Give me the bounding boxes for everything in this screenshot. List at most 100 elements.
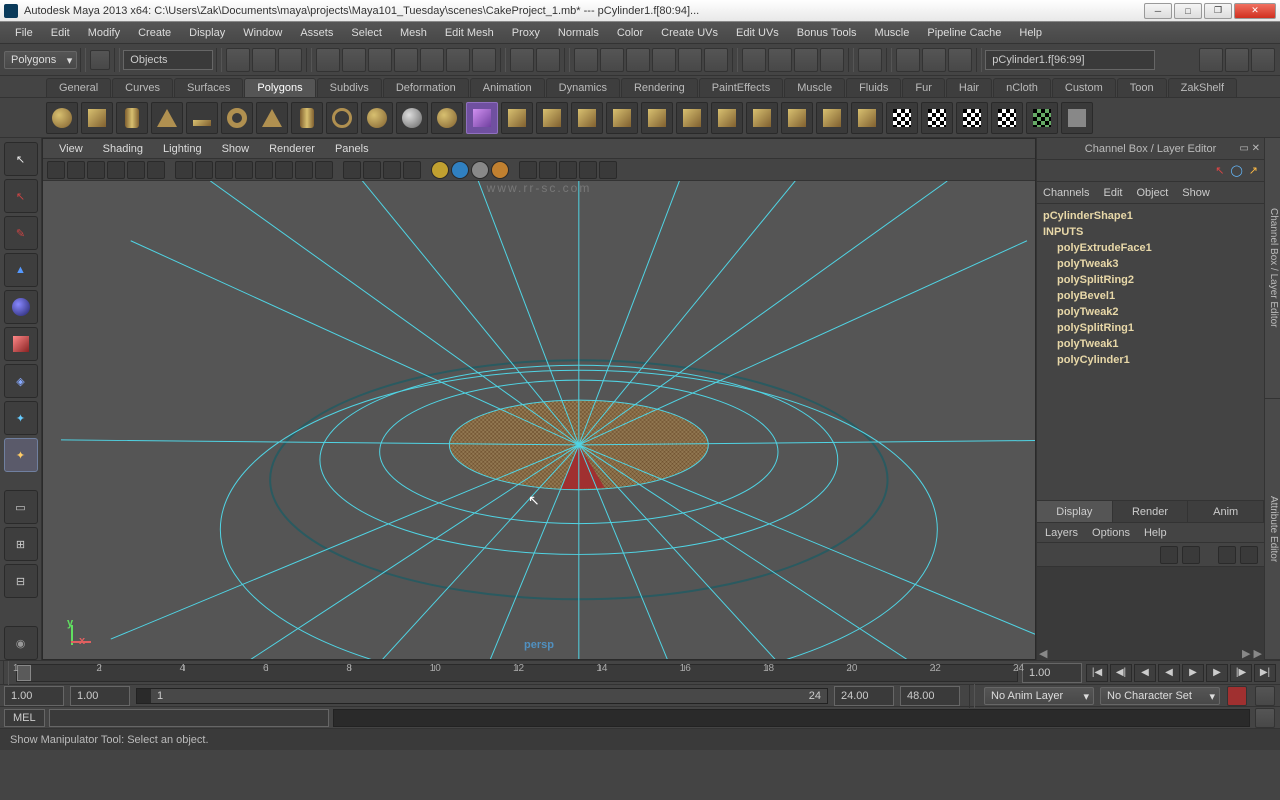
layer-tab-render[interactable]: Render: [1113, 501, 1189, 522]
shelf-tab-fluids[interactable]: Fluids: [846, 78, 901, 97]
view-icon[interactable]: [67, 161, 85, 179]
layout-4-icon[interactable]: [820, 48, 844, 72]
soft-mod-tool-icon[interactable]: ✦: [4, 401, 38, 435]
poly-soccer-icon[interactable]: [396, 102, 428, 134]
anim-layer-dropdown[interactable]: No Anim Layer: [984, 687, 1094, 705]
menu-mesh[interactable]: Mesh: [391, 24, 436, 42]
poly-helix-icon[interactable]: [361, 102, 393, 134]
layout-3-icon[interactable]: [794, 48, 818, 72]
view-icon[interactable]: [47, 161, 65, 179]
show-manip-tool-icon[interactable]: ✦: [4, 438, 38, 472]
viewport[interactable]: ViewShadingLightingShowRendererPanels ww…: [42, 138, 1036, 660]
manip-icon[interactable]: ↖: [1215, 164, 1224, 177]
poly-tool-11-icon[interactable]: [851, 102, 883, 134]
selection-mode-input[interactable]: [123, 50, 213, 70]
poly-tool-2-icon[interactable]: [536, 102, 568, 134]
view-icon[interactable]: [295, 161, 313, 179]
view-icon[interactable]: [579, 161, 597, 179]
menu-muscle[interactable]: Muscle: [866, 24, 919, 42]
anim-end-input[interactable]: [834, 686, 894, 706]
layer-icon[interactable]: [1182, 546, 1200, 564]
menu-normals[interactable]: Normals: [549, 24, 608, 42]
last-tool-icon[interactable]: ◉: [4, 626, 38, 660]
view-icon[interactable]: [215, 161, 233, 179]
shelf-tab-deformation[interactable]: Deformation: [383, 78, 469, 97]
channel-item[interactable]: polyCylinder1: [1043, 352, 1258, 368]
shelf-tab-surfaces[interactable]: Surfaces: [174, 78, 243, 97]
view-icon[interactable]: [559, 161, 577, 179]
shelf-tab-painteffects[interactable]: PaintEffects: [699, 78, 784, 97]
layer-tab-anim[interactable]: Anim: [1188, 501, 1264, 522]
layer-tab-display[interactable]: Display: [1037, 501, 1113, 522]
poly-tool-8-icon[interactable]: [746, 102, 778, 134]
poly-cylinder-icon[interactable]: [116, 102, 148, 134]
render-settings-icon[interactable]: [626, 48, 650, 72]
move-tool-icon[interactable]: ▲: [4, 253, 38, 287]
viewmenu-show[interactable]: Show: [212, 141, 260, 157]
channel-item[interactable]: polySplitRing2: [1043, 272, 1258, 288]
snap-view-icon[interactable]: [446, 48, 470, 72]
menu-display[interactable]: Display: [180, 24, 234, 42]
view-icon[interactable]: [195, 161, 213, 179]
panel-close-icon[interactable]: ▭ ✕: [1239, 143, 1260, 154]
channel-item[interactable]: polyExtrudeFace1: [1043, 240, 1258, 256]
poly-torus-icon[interactable]: [221, 102, 253, 134]
mode-dropdown[interactable]: Polygons: [4, 51, 77, 69]
paint-select-tool-icon[interactable]: ✎: [4, 216, 38, 250]
menu-bonus-tools[interactable]: Bonus Tools: [788, 24, 866, 42]
menu-window[interactable]: Window: [234, 24, 291, 42]
layer-icon[interactable]: [1240, 546, 1258, 564]
viewport-canvas[interactable]: www.rr-sc.com: [43, 181, 1035, 659]
menu-create[interactable]: Create: [129, 24, 180, 42]
hypershade-icon[interactable]: [858, 48, 882, 72]
poly-checker-3-icon[interactable]: [956, 102, 988, 134]
menu-edit-mesh[interactable]: Edit Mesh: [436, 24, 503, 42]
selection-name-input[interactable]: [985, 50, 1155, 70]
rotate-tool-icon[interactable]: [4, 290, 38, 324]
channel-item[interactable]: polyTweak1: [1043, 336, 1258, 352]
anim-start-input[interactable]: [70, 686, 130, 706]
character-set-dropdown[interactable]: No Character Set: [1100, 687, 1220, 705]
history-icon[interactable]: [510, 48, 534, 72]
layer-icon[interactable]: [1218, 546, 1236, 564]
poly-checker-4-icon[interactable]: [991, 102, 1023, 134]
script-editor-icon[interactable]: [1255, 708, 1275, 728]
view-icon[interactable]: [403, 161, 421, 179]
shelf-tab-muscle[interactable]: Muscle: [784, 78, 845, 97]
menu-pipeline-cache[interactable]: Pipeline Cache: [918, 24, 1010, 42]
view-icon[interactable]: [315, 161, 333, 179]
shelf-tab-rendering[interactable]: Rendering: [621, 78, 698, 97]
key-icon[interactable]: ↗: [1249, 164, 1258, 177]
view-icon[interactable]: [107, 161, 125, 179]
channel-item[interactable]: polyTweak2: [1043, 304, 1258, 320]
snap-curve-icon[interactable]: [342, 48, 366, 72]
poly-tool-6-icon[interactable]: [676, 102, 708, 134]
snap-plane-icon[interactable]: [394, 48, 418, 72]
menu-edit-uvs[interactable]: Edit UVs: [727, 24, 788, 42]
attr-editor-icon[interactable]: [1199, 48, 1223, 72]
poly-checker-2-icon[interactable]: [921, 102, 953, 134]
render-region-icon[interactable]: [704, 48, 728, 72]
scale-tool-icon[interactable]: [4, 327, 38, 361]
sidebar-tab-attribute[interactable]: Attribute Editor: [1265, 399, 1280, 660]
view-icon[interactable]: [275, 161, 293, 179]
view-icon[interactable]: [539, 161, 557, 179]
sel-comp-icon[interactable]: [278, 48, 302, 72]
menu-select[interactable]: Select: [342, 24, 391, 42]
step-fwd-icon[interactable]: ▶: [1206, 664, 1228, 682]
poly-checker-1-icon[interactable]: [886, 102, 918, 134]
poly-tool-3-icon[interactable]: [571, 102, 603, 134]
render-frame-icon[interactable]: [574, 48, 598, 72]
lasso-tool-icon[interactable]: ↖: [4, 179, 38, 213]
viewmenu-lighting[interactable]: Lighting: [153, 141, 212, 157]
view-icon[interactable]: [491, 161, 509, 179]
batch-render-icon[interactable]: [678, 48, 702, 72]
shelf-tab-general[interactable]: General: [46, 78, 111, 97]
tool-settings-icon[interactable]: [1225, 48, 1249, 72]
channeltab-object[interactable]: Object: [1136, 187, 1168, 199]
play-back-icon[interactable]: ◀: [1158, 664, 1180, 682]
layer-list[interactable]: [1037, 567, 1264, 646]
range-track[interactable]: 1 24: [136, 688, 828, 704]
time-marker[interactable]: [17, 665, 31, 681]
sel-obj-icon[interactable]: [252, 48, 276, 72]
